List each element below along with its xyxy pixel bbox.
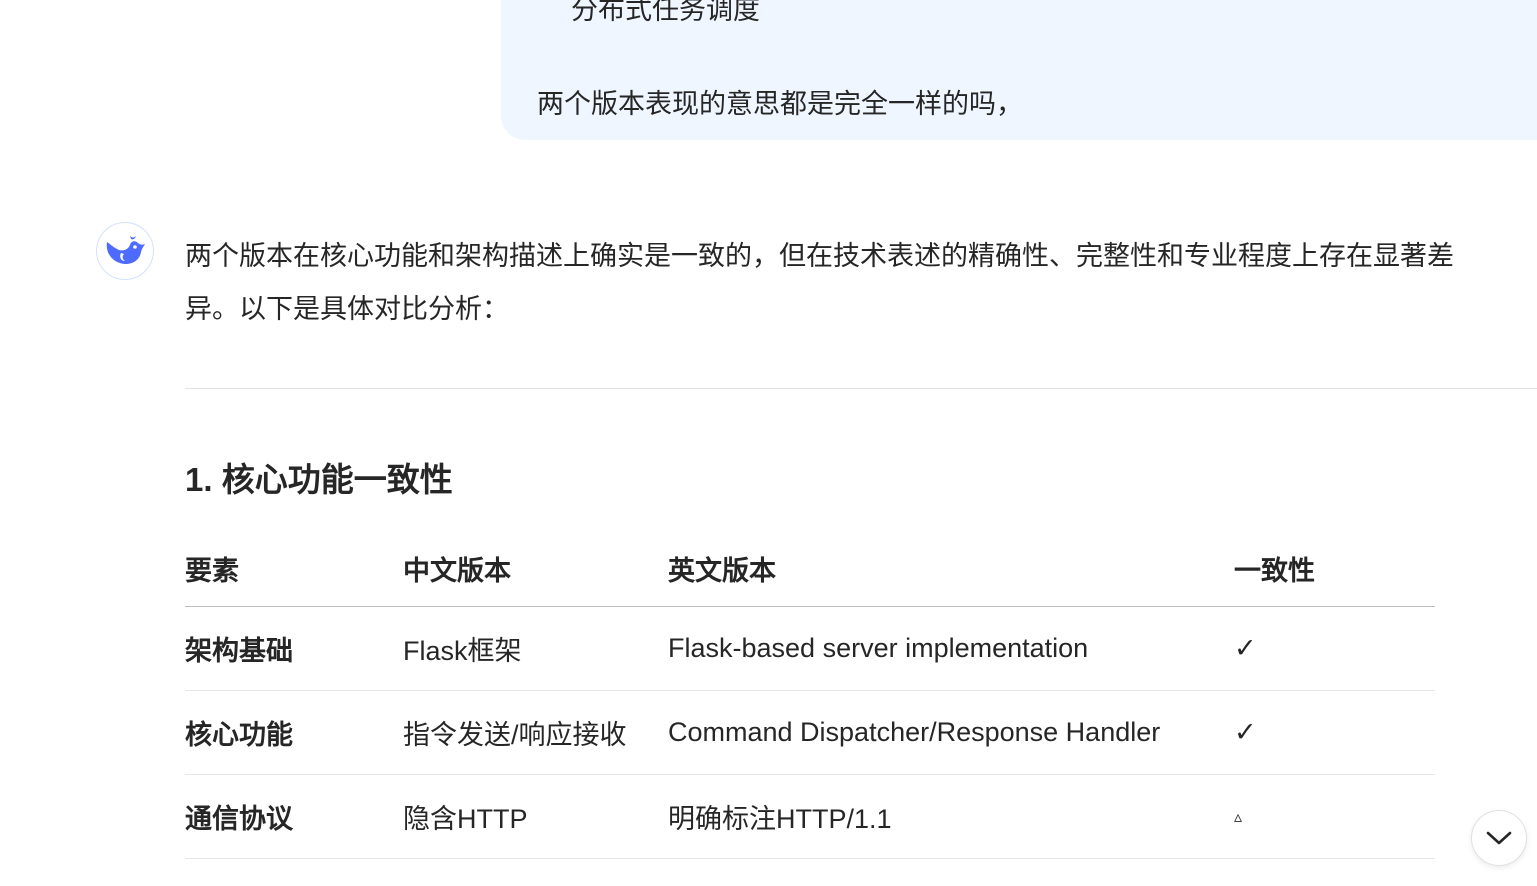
column-header: 中文版本 [403,530,668,607]
column-header: 英文版本 [668,530,1234,607]
assistant-intro-line: 异。以下是具体对比分析： [185,294,509,324]
assistant-intro-line: 两个版本在核心功能和架构描述上确实是一致的，但在技术表述的精确性、完整性和专业程… [185,241,1454,271]
scroll-to-bottom-button[interactable] [1471,810,1527,866]
table-cell-chinese: 隐含HTTP [403,774,668,859]
table-row: 通信协议 隐含HTTP 明确标注HTTP/1.1 ▵ [185,774,1435,859]
table-cell-element: 架构基础 [185,606,403,691]
assistant-avatar [96,222,154,280]
table-cell-consistency: ▵ [1234,774,1435,859]
table-cell-consistency: ✓ [1234,690,1435,775]
table-cell-consistency: ✓ [1234,606,1435,691]
table-cell-element: 核心功能 [185,690,403,775]
chat-page: 分布式任务调度 两个版本表现的意思都是完全一样的吗， 两个版本在核心功能和架构描… [0,0,1537,886]
user-message-question: 两个版本表现的意思都是完全一样的吗， [537,89,1023,119]
chevron-down-icon [1486,831,1512,845]
whale-logo-icon [106,236,145,264]
user-message-bubble: 分布式任务调度 两个版本表现的意思都是完全一样的吗， [501,0,1537,140]
assistant-reply-intro: 两个版本在核心功能和架构描述上确实是一致的，但在技术表述的精确性、完整性和专业程… [185,230,1537,336]
table-header-row: 要素 中文版本 英文版本 一致性 [185,530,1435,607]
table-cell-english: Command Dispatcher/Response Handler [668,690,1234,775]
table-cell-chinese: Flask框架 [403,606,668,691]
table-row: 架构基础 Flask框架 Flask-based server implemen… [185,606,1435,691]
table-cell-chinese: 指令发送/响应接收 [403,690,668,775]
section-heading: 1. 核心功能一致性 [185,461,453,498]
column-header: 一致性 [1234,530,1435,607]
comparison-table: 要素 中文版本 英文版本 一致性 架构基础 Flask框架 Flask-base… [185,530,1435,859]
table-cell-element: 通信协议 [185,774,403,859]
user-message-previous-line: 分布式任务调度 [571,0,760,25]
table-row: 核心功能 指令发送/响应接收 Command Dispatcher/Respon… [185,690,1435,775]
section-divider [185,388,1537,389]
table-cell-english: Flask-based server implementation [668,606,1234,691]
table-cell-english: 明确标注HTTP/1.1 [668,774,1234,859]
column-header: 要素 [185,530,403,607]
